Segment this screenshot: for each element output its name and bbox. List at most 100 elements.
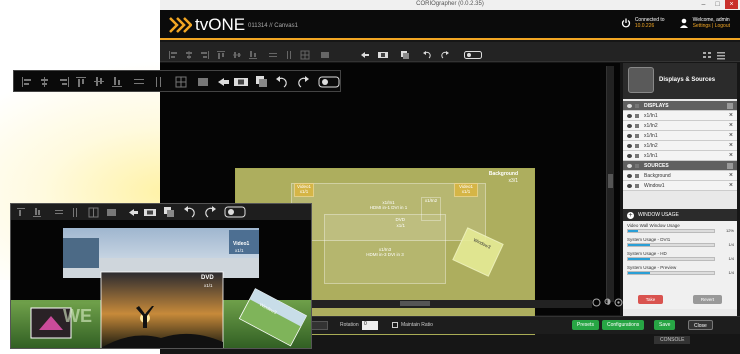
settings-logout-links[interactable]: Settings | Logout	[693, 23, 730, 29]
align-middle-icon[interactable]	[232, 47, 242, 58]
lock-icon[interactable]	[635, 163, 639, 168]
eye-icon[interactable]	[627, 113, 632, 118]
eye-icon[interactable]	[627, 103, 632, 108]
eye-icon[interactable]	[627, 163, 632, 168]
zoomed-toolbar-icons	[22, 76, 340, 88]
preview-toggle-icon[interactable]	[464, 47, 482, 59]
lock-icon[interactable]	[635, 113, 639, 118]
rotation-input[interactable]: 0	[362, 321, 378, 330]
delete-icon[interactable]: ×	[729, 142, 733, 149]
eye-icon[interactable]	[627, 133, 632, 138]
lock-icon[interactable]	[635, 183, 639, 188]
align-bottom-icon[interactable]	[248, 47, 258, 59]
delete-icon[interactable]: ×	[729, 112, 733, 119]
preview-dvd-label: DVD	[201, 275, 214, 281]
lock-icon[interactable]	[635, 143, 639, 148]
add-icon[interactable]: +	[627, 211, 634, 219]
usage-bar	[627, 229, 715, 233]
alignment-toolbar	[160, 42, 740, 62]
lock-icon[interactable]	[635, 173, 639, 178]
maintain-ratio-checkbox[interactable]	[392, 322, 398, 328]
list-item[interactable]: x1/In1 ×	[623, 131, 737, 141]
delete-icon[interactable]: ×	[729, 122, 733, 129]
maximize-icon[interactable]: □	[711, 0, 724, 9]
list-view-icon[interactable]	[716, 47, 726, 60]
width-field[interactable]	[310, 321, 328, 330]
grid-view-icon[interactable]	[702, 47, 712, 58]
zoom-fit-icon[interactable]	[592, 298, 601, 307]
configurations-button[interactable]: Configurations	[602, 320, 645, 330]
eye-icon[interactable]	[627, 173, 632, 178]
delete-icon[interactable]: ×	[729, 152, 733, 159]
revert-button[interactable]: Revert	[692, 295, 723, 304]
eye-icon[interactable]	[627, 183, 632, 188]
fill-layout-icon[interactable]	[320, 47, 330, 58]
lock-icon[interactable]	[635, 123, 639, 128]
rotation-label: Rotation	[340, 322, 359, 328]
console-tab[interactable]: CONSOLE	[654, 336, 691, 344]
distribute-horizontal-icon[interactable]	[268, 47, 278, 57]
displays-header[interactable]: DISPLAYS	[623, 101, 737, 111]
preview-toolbar	[11, 204, 311, 220]
preview-video1-sub: x1/1	[235, 248, 244, 253]
close-button[interactable]: Close	[688, 320, 713, 330]
align-left-icon[interactable]	[168, 47, 178, 59]
dvd-sub: x1/1	[396, 223, 405, 228]
list-item[interactable]: x1/In2 ×	[623, 121, 737, 131]
connection-status[interactable]: Connected to 10.0.226	[621, 17, 665, 29]
align-top-icon[interactable]	[216, 47, 226, 59]
panel-title: Displays & Sources	[659, 77, 716, 83]
close-icon[interactable]: ×	[725, 0, 738, 9]
delete-icon[interactable]: ×	[729, 172, 733, 179]
horizontal-scroll-thumb[interactable]	[400, 301, 430, 306]
location-pin-icon[interactable]	[603, 298, 612, 307]
vertical-scroll-thumb[interactable]	[608, 174, 613, 188]
power-icon	[621, 18, 630, 28]
delete-icon[interactable]: ×	[729, 182, 733, 189]
zoom-settings-icon[interactable]	[614, 298, 623, 307]
app-header: tvONE 011314 // Canvas1 Connected to 10.…	[160, 10, 740, 40]
lock-icon[interactable]	[635, 103, 639, 108]
redo-icon[interactable]	[440, 47, 450, 59]
screen-layout-icon[interactable]	[378, 47, 388, 58]
align-right-icon[interactable]	[200, 47, 210, 59]
sources-header[interactable]: SOURCES	[623, 161, 737, 171]
zoom-controls	[592, 298, 623, 307]
distribute-vertical-icon[interactable]	[284, 47, 294, 59]
list-item[interactable]: x1/In2 ×	[623, 141, 737, 151]
dvd-window[interactable]: DVD x1/1 x1/In3 HDMI in-3 DVI in 3	[324, 214, 446, 284]
delete-icon[interactable]: ×	[729, 132, 733, 139]
layer-stack-icon[interactable]	[400, 47, 410, 59]
list-item[interactable]: Window1 ×	[623, 181, 737, 191]
video1-sub-a: x1/1	[299, 189, 309, 194]
eye-icon[interactable]	[627, 123, 632, 128]
window-controls: – □ ×	[697, 0, 738, 9]
send-back-icon[interactable]	[360, 47, 370, 58]
lock-icon[interactable]	[635, 133, 639, 138]
window-titlebar: CORIOgrapher (0.0.2.35) – □ ×	[160, 0, 740, 10]
vertical-scrollbar[interactable]	[606, 66, 614, 302]
presets-button[interactable]: Presets	[572, 320, 599, 330]
take-button[interactable]: Take	[637, 295, 664, 304]
video1-window-b[interactable]: Video1 x1/1	[454, 183, 478, 197]
background-sub: x3/1	[508, 178, 518, 184]
align-center-h-icon[interactable]	[184, 47, 194, 59]
horizontal-scrollbar[interactable]	[310, 300, 592, 308]
undo-icon[interactable]	[422, 47, 432, 59]
minimize-icon[interactable]: –	[697, 0, 710, 9]
center-grid-icon[interactable]	[300, 47, 310, 60]
list-item[interactable]: x1/In1 ×	[623, 111, 737, 121]
list-item[interactable]: Background ×	[623, 171, 737, 181]
displays-sources-panel: Displays & Sources DISPLAYS x1/In1 × x1/I…	[623, 63, 737, 333]
breadcrumb[interactable]: 011314 // Canvas1	[248, 23, 298, 29]
collapse-icon[interactable]	[727, 102, 733, 109]
lock-icon[interactable]	[635, 153, 639, 158]
save-button[interactable]: Save	[654, 320, 676, 330]
preview-canvas[interactable]: Video1 x1/1 DVD x1/1 Window3 WE	[11, 220, 311, 348]
list-item[interactable]: x1/In1 ×	[623, 151, 737, 161]
video1-window-a[interactable]: Video1 x1/1	[294, 183, 314, 197]
eye-icon[interactable]	[627, 153, 632, 158]
collapse-icon[interactable]	[727, 162, 733, 169]
user-menu[interactable]: Welcome, admin Settings | Logout	[679, 17, 730, 29]
eye-icon[interactable]	[627, 143, 632, 148]
